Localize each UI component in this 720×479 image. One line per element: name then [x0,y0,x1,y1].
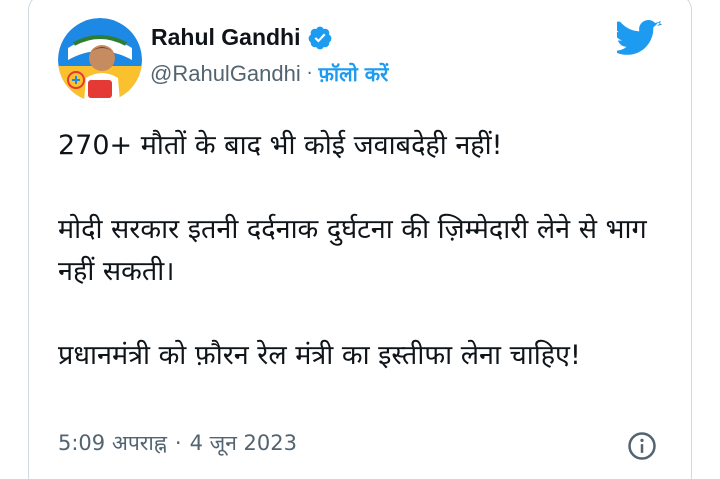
tweet-timestamp: 5:09 अपराह्न · 4 जून 2023 [58,429,297,457]
tweet-paragraph: 270+ मौतों के बाद भी कोई जवाबदेही नहीं! [58,130,503,161]
handle-separator: · [306,63,313,84]
tweet-date[interactable]: 4 जून 2023 [190,429,297,457]
author-name[interactable]: Rahul Gandhi [151,24,301,51]
info-icon[interactable] [627,431,657,461]
tweet-paragraph: मोदी सरकार इतनी दर्दनाक दुर्घटना की ज़िम… [58,214,647,287]
avatar[interactable] [58,18,142,102]
meta-separator: · [174,431,182,455]
tweet-text: 270+ मौतों के बाद भी कोई जवाबदेही नहीं! … [58,125,668,377]
twitter-bird-icon[interactable] [617,18,663,58]
tweet-paragraph: प्रधानमंत्री को फ़ौरन रेल मंत्री का इस्त… [58,340,581,371]
follow-button[interactable]: फ़ॉलो करें [319,60,389,87]
tweet-time[interactable]: 5:09 अपराह्न [58,429,167,457]
verified-badge-icon [307,25,333,51]
author-handle[interactable]: @RahulGandhi [150,61,301,87]
author-name-row: Rahul Gandhi [151,24,333,51]
congress-party-avatar-icon [58,18,142,102]
author-handle-row: @RahulGandhi · फ़ॉलो करें [150,60,388,87]
